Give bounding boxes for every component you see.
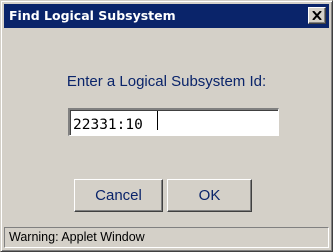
dialog-window: Find Logical Subsystem Enter a Logical S… xyxy=(0,0,333,252)
cancel-button[interactable]: Cancel xyxy=(74,179,163,212)
subsystem-id-input[interactable] xyxy=(68,108,279,136)
title-bar[interactable]: Find Logical Subsystem xyxy=(4,4,329,28)
status-bar: Warning: Applet Window xyxy=(4,227,329,248)
window-title: Find Logical Subsystem xyxy=(9,8,176,23)
close-button[interactable] xyxy=(308,7,326,24)
status-text: Warning: Applet Window xyxy=(9,230,145,244)
ok-button[interactable]: OK xyxy=(167,179,252,212)
text-caret xyxy=(157,111,158,130)
prompt-label: Enter a Logical Subsystem Id: xyxy=(66,73,267,90)
close-icon xyxy=(312,11,322,20)
